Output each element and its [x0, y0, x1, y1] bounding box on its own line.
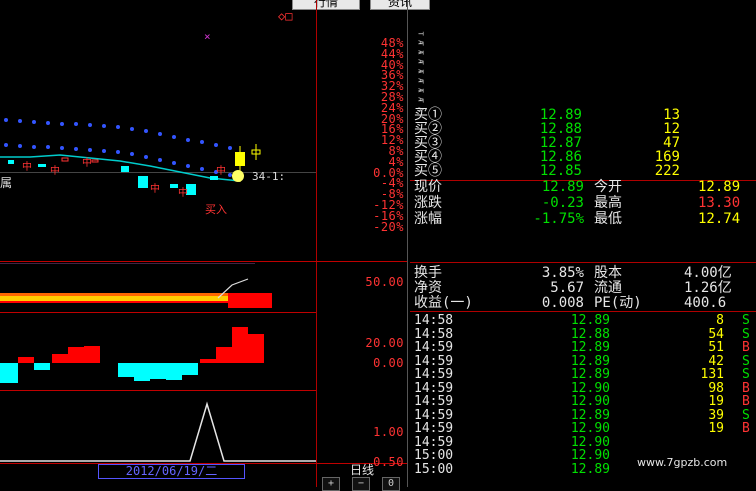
- stats-value: 3.85%: [541, 265, 584, 281]
- tick-side: S: [742, 326, 750, 342]
- tick-time: 14:58: [414, 313, 454, 328]
- quote-label: 涨跌: [414, 195, 442, 211]
- macd-panel-chart: [0, 327, 264, 383]
- stats-value: 5.67: [550, 280, 584, 296]
- tick-volume: 42: [708, 353, 724, 369]
- order-level-label: 买⑤: [414, 163, 442, 179]
- reset-button[interactable]: 0: [382, 477, 400, 491]
- quote-row: 涨跌 -0.23 最高 13.30: [0, 196, 756, 211]
- tab-news[interactable]: 资讯: [370, 0, 430, 10]
- tick-time: 14:59: [414, 421, 454, 436]
- zoom-in-button[interactable]: +: [322, 477, 340, 491]
- tick-time: 14:59: [414, 380, 454, 396]
- stats-value: 0.008: [541, 295, 584, 311]
- quote-label-2: 最低: [594, 211, 622, 227]
- tick-side: B: [742, 380, 750, 396]
- chart-toggle-icons: ◇□: [278, 9, 293, 23]
- tick-time: 14:59: [414, 394, 454, 409]
- tick-volume: 8: [716, 313, 724, 328]
- tick-price: 12.88: [570, 326, 610, 342]
- quote-label-2: 今开: [594, 179, 622, 195]
- tick-time: 14:59: [414, 340, 454, 355]
- tick-volume: 54: [708, 326, 724, 342]
- tick-time: 14:59: [414, 353, 454, 369]
- tab-market[interactable]: 行情: [292, 0, 360, 10]
- sub2-axis-label-top: 20.00: [365, 336, 404, 350]
- quote-value: 12.89: [541, 179, 584, 195]
- stats-label-2: 流通: [594, 280, 622, 296]
- tick-time: 14:59: [414, 407, 454, 423]
- quote-value: -0.23: [541, 195, 584, 211]
- tick-price: 12.89: [570, 313, 610, 328]
- quote-row: 现价 12.89 今开 12.89: [0, 180, 756, 195]
- tick-price: 12.89: [570, 353, 610, 369]
- period-label[interactable]: 日线: [320, 464, 404, 477]
- tick-price: 12.90: [570, 421, 610, 436]
- tick-side: B: [742, 394, 750, 409]
- sub2-axis-label-zero: 0.00: [373, 356, 404, 370]
- tick-side: S: [742, 353, 750, 369]
- tick-side: S: [742, 407, 750, 423]
- order-book-row: 买② 12.88 12: [0, 122, 756, 137]
- ticks-top-divider: [410, 311, 756, 312]
- tick-price: 12.89: [570, 407, 610, 423]
- quote-value: -1.75%: [533, 211, 584, 227]
- purple-marker-icon: ×: [204, 30, 211, 43]
- order-book-row: 买① 12.89 13: [0, 108, 756, 123]
- sub1-border: [0, 312, 316, 313]
- tick-volume: 131: [700, 367, 724, 382]
- tick-volume: 19: [708, 421, 724, 436]
- tick-price: 12.90: [570, 448, 610, 463]
- sub3-axis-label-top: 1.00: [373, 425, 404, 439]
- tick-price: 12.90: [570, 434, 610, 450]
- tick-time: 15:00: [414, 448, 454, 463]
- quote-value-2: 13.30: [698, 195, 741, 211]
- order-price: 12.85: [539, 163, 582, 179]
- tick-side: B: [742, 340, 750, 355]
- date-label: 2012/06/19/二: [98, 464, 245, 479]
- quote-label-2: 最高: [594, 195, 622, 211]
- quote-row: 涨幅 -1.75% 最低 12.74: [0, 212, 756, 227]
- stats-value-2: 1.26亿: [684, 280, 732, 296]
- quote-label: 现价: [414, 179, 442, 195]
- stats-label-2: 股本: [594, 265, 622, 281]
- sub1-axis-label: 50.00: [365, 275, 404, 289]
- tick-price: 12.89: [570, 340, 610, 355]
- stats-top-divider: [410, 262, 756, 263]
- tick-volume: 51: [708, 340, 724, 355]
- signal-panel-chart: [0, 401, 316, 462]
- tick-volume: 98: [708, 380, 724, 396]
- order-book-row: 买⑤ 12.85 222: [0, 164, 756, 179]
- order-book-row: 买③ 12.87 47: [0, 136, 756, 151]
- stats-value-2: 4.00亿: [684, 265, 732, 281]
- tick-price: 12.89: [570, 461, 610, 477]
- main-chart-bottom-border: [0, 261, 407, 262]
- zoom-out-button[interactable]: −: [352, 477, 370, 491]
- tick-price: 12.90: [570, 380, 610, 396]
- order-volume: 222: [654, 163, 680, 179]
- tick-price: 12.89: [570, 367, 610, 382]
- order-book-row: 买④ 12.86 169: [0, 150, 756, 165]
- quote-value-2: 12.89: [698, 179, 741, 195]
- stats-label-2: PE(动): [594, 295, 642, 311]
- tick-price: 12.90: [570, 394, 610, 409]
- tick-time: 14:58: [414, 326, 454, 342]
- tick-time: 14:59: [414, 367, 454, 382]
- tick-side: S: [742, 367, 750, 382]
- stats-label: 净资: [414, 280, 442, 296]
- volume-panel-chart: [0, 263, 272, 308]
- watermark: www.7gpzb.com: [637, 456, 728, 469]
- stats-label: 换手: [414, 265, 442, 281]
- tick-time: 14:59: [414, 434, 454, 450]
- tick-volume: 19: [708, 394, 724, 409]
- tick-side: B: [742, 421, 750, 436]
- stats-value-2: 400.6: [684, 295, 727, 311]
- tick-volume: 39: [708, 407, 724, 423]
- quote-label: 涨幅: [414, 211, 442, 227]
- quote-value-2: 12.74: [698, 211, 741, 227]
- tick-time: 15:00: [414, 461, 454, 477]
- stats-label: 收益(一): [414, 295, 473, 311]
- tick-side: S: [742, 313, 750, 328]
